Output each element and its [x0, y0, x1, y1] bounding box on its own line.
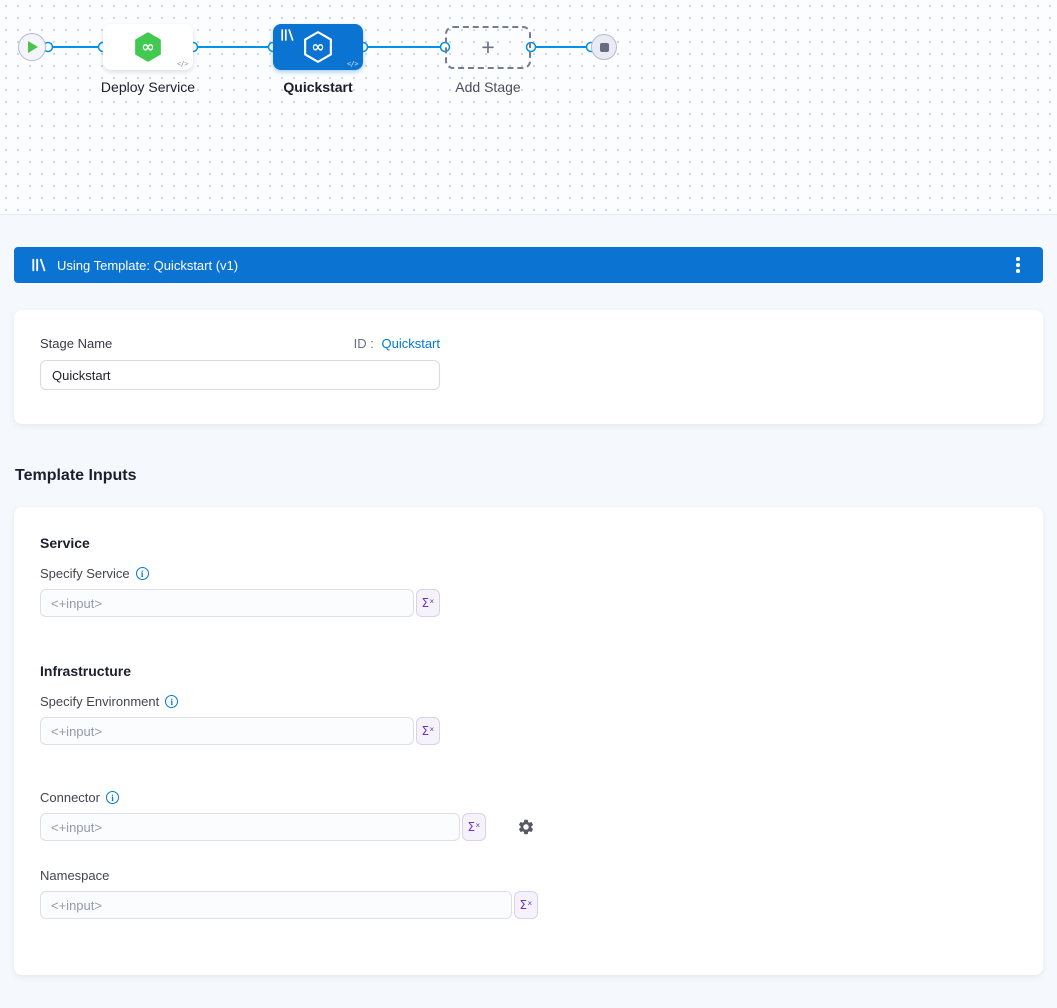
field-connector: Connector i Σˣ: [40, 789, 1017, 841]
code-icon: </>: [347, 60, 358, 68]
banner-text: Using Template: Quickstart (v1): [57, 258, 238, 273]
kebab-icon: [1016, 257, 1020, 261]
harness-cd-hexagon-icon: ∞: [301, 30, 335, 64]
info-icon[interactable]: i: [165, 695, 178, 708]
stage-id-link[interactable]: Quickstart: [381, 336, 440, 351]
template-inputs-heading: Template Inputs: [15, 467, 1057, 485]
expression-toggle-button[interactable]: Σˣ: [462, 813, 486, 841]
svg-text:∞: ∞: [311, 37, 324, 56]
using-template-banner[interactable]: Using Template: Quickstart (v1): [14, 247, 1043, 283]
template-library-icon: [32, 258, 46, 272]
stage-name-input[interactable]: [40, 360, 440, 390]
connector-settings-button[interactable]: [517, 818, 535, 836]
stage-node-quickstart[interactable]: ∞ </>: [273, 24, 363, 70]
specify-environment-input[interactable]: [40, 717, 414, 745]
template-inputs-card: Service Specify Service i Σˣ Infrastruct…: [14, 507, 1043, 975]
field-specify-service: Specify Service i Σˣ: [40, 565, 1017, 617]
section-heading-service: Service: [40, 535, 1017, 551]
connector-label: Connector: [40, 790, 100, 805]
plus-icon: +: [481, 36, 494, 59]
stage-label-quickstart[interactable]: Quickstart: [238, 79, 398, 95]
info-icon[interactable]: i: [136, 567, 149, 580]
code-icon: </>: [177, 60, 188, 68]
section-heading-infrastructure: Infrastructure: [40, 663, 1017, 679]
info-icon[interactable]: i: [106, 791, 119, 804]
stage-label-deploy-service[interactable]: Deploy Service: [68, 79, 228, 95]
pipeline-canvas[interactable]: ∞ </> ∞ </> + Deploy Service Quickstart …: [0, 0, 1057, 215]
expression-toggle-button[interactable]: Σˣ: [416, 717, 440, 745]
namespace-label: Namespace: [40, 868, 109, 883]
connector-input[interactable]: [40, 813, 460, 841]
specify-service-input[interactable]: [40, 589, 414, 617]
stage-name-card: Stage Name ID : Quickstart: [14, 310, 1043, 424]
pipeline-end-node[interactable]: [591, 34, 617, 60]
play-icon: [27, 41, 38, 53]
harness-cd-hexagon-icon: ∞: [131, 30, 165, 64]
stage-node-deploy-service[interactable]: ∞ </>: [103, 24, 193, 70]
namespace-input[interactable]: [40, 891, 512, 919]
expression-toggle-button[interactable]: Σˣ: [416, 589, 440, 617]
stage-label-add-stage[interactable]: Add Stage: [408, 79, 568, 95]
template-library-icon: [281, 29, 294, 41]
add-stage-button[interactable]: +: [445, 26, 531, 69]
svg-text:∞: ∞: [141, 37, 154, 56]
stage-id-prefix: ID :: [354, 336, 374, 351]
specify-environment-label: Specify Environment: [40, 694, 159, 709]
field-namespace: Namespace Σˣ: [40, 867, 1017, 919]
pipeline-start-node[interactable]: [18, 33, 46, 61]
field-specify-environment: Specify Environment i Σˣ: [40, 693, 1017, 745]
stop-icon: [600, 43, 609, 52]
gear-icon: [517, 818, 535, 836]
banner-menu-button[interactable]: [1005, 252, 1031, 278]
expression-toggle-button[interactable]: Σˣ: [514, 891, 538, 919]
stage-name-label: Stage Name: [40, 336, 112, 351]
specify-service-label: Specify Service: [40, 566, 130, 581]
